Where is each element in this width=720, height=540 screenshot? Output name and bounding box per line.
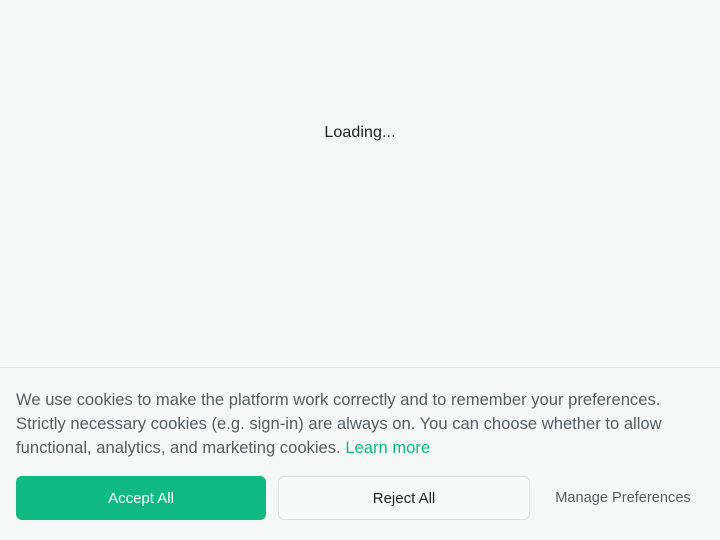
manage-preferences-button[interactable]: Manage Preferences xyxy=(542,476,704,520)
learn-more-link[interactable]: Learn more xyxy=(345,438,430,457)
accept-all-button[interactable]: Accept All xyxy=(16,476,266,520)
loading-indicator: Loading... xyxy=(324,124,396,141)
cookie-message: We use cookies to make the platform work… xyxy=(16,388,704,460)
reject-all-button[interactable]: Reject All xyxy=(278,476,530,520)
cookie-banner: We use cookies to make the platform work… xyxy=(0,367,720,540)
page: Loading... We use cookies to make the pl… xyxy=(0,0,720,540)
cookie-message-text: We use cookies to make the platform work… xyxy=(16,390,662,457)
